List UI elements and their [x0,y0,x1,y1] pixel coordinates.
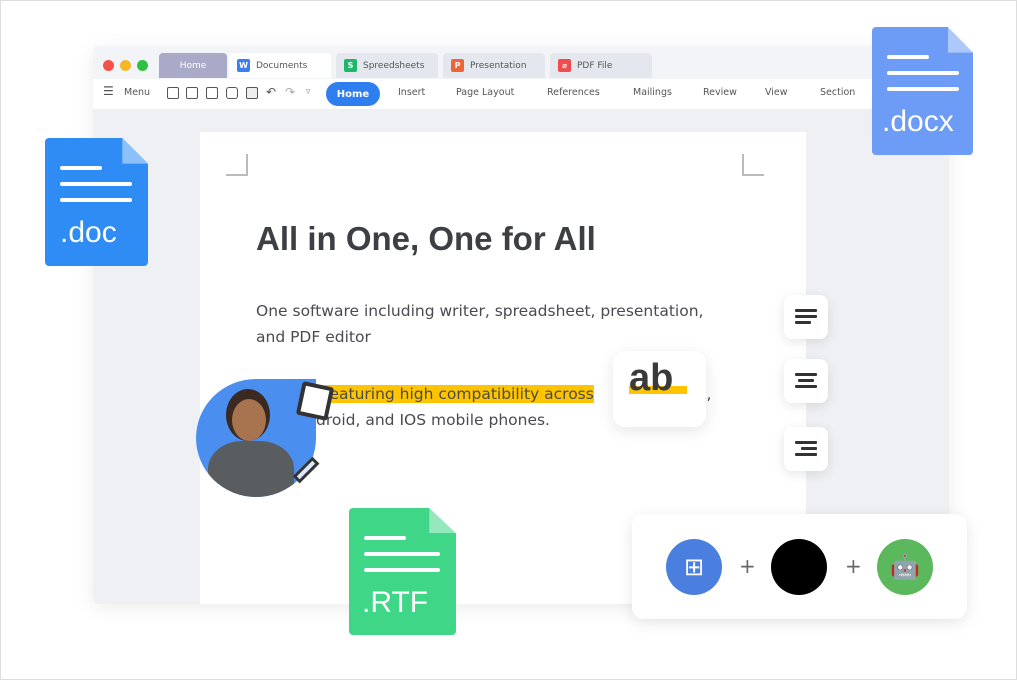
hamburger-icon[interactable]: ☰ [103,84,114,98]
pdf-icon: ⌀ [558,59,571,72]
redo-icon[interactable]: ↷ [285,85,295,99]
writer-icon: W [237,59,250,72]
highlighted-text: featuring high compatibility across [324,385,594,403]
presentation-icon: P [451,59,464,72]
file-extension: .RTF [362,586,429,619]
maximize-window-button[interactable] [137,60,148,71]
document-title: All in One, One for All [256,220,596,257]
spreadsheet-icon: S [344,59,357,72]
margin-corner [226,154,248,176]
export-pdf-icon[interactable] [206,87,218,99]
toolbar: ☰ Menu ↶ ↷ ▿ Home Insert Page Layout Ref… [93,79,949,109]
doc-file-icon: .doc [45,138,148,266]
ribbon-tab-references[interactable]: References [547,87,600,98]
close-window-button[interactable] [103,60,114,71]
ab-icon: ab [629,357,674,399]
ribbon-tab-review[interactable]: Review [703,87,737,98]
apple-icon [771,539,827,595]
tab-presentation[interactable]: P Presentation [443,53,545,78]
plus-sign: + [739,554,756,578]
ribbon-tab-home[interactable]: Home [326,82,380,106]
ribbon-tab-page-layout[interactable]: Page Layout [456,87,514,98]
document-paragraph: One software including writer, spreadshe… [256,302,704,346]
ribbon-tab-mailings[interactable]: Mailings [633,87,672,98]
align-right-button[interactable] [784,427,828,471]
ribbon-tab-view[interactable]: View [765,87,788,98]
save-icon[interactable] [186,87,198,99]
more-dropdown-icon[interactable]: ▿ [306,87,311,97]
ribbon-tab-section[interactable]: Section [820,87,855,98]
ribbon-tab-insert[interactable]: Insert [398,87,425,98]
tab-home[interactable]: Home [159,53,227,78]
plus-sign: + [845,554,862,578]
rtf-file-icon: .RTF [349,508,456,635]
tab-label: PDF File [577,60,613,71]
margin-corner [742,154,764,176]
print-icon[interactable] [226,87,238,99]
tab-label: Spreedsheets [363,60,425,71]
tab-bar: Home W Documents S Spreedsheets P Presentat… [93,46,949,79]
align-center-button[interactable] [784,359,828,403]
open-icon[interactable] [167,87,179,99]
align-left-button[interactable] [784,295,828,339]
document-text: droid, and IOS mobile phones. [316,411,550,429]
minimize-window-button[interactable] [120,60,131,71]
text-highlight-badge: ab [613,351,706,427]
tab-label: Home [179,60,207,71]
file-extension: .doc [60,216,117,249]
platforms-card: ⊞ + + 🤖 [632,514,967,619]
menu-button[interactable]: Menu [124,87,150,98]
tab-label: Presentation [470,60,527,71]
file-extension: .docx [882,105,954,138]
tab-documents[interactable]: W Documents [229,53,331,78]
windows-icon: ⊞ [666,539,722,595]
tab-label: Documents [256,60,308,71]
print-preview-icon[interactable] [246,87,258,99]
tab-spreadsheets[interactable]: S Spreedsheets [336,53,438,78]
docx-file-icon: .docx [872,27,973,155]
undo-icon[interactable]: ↶ [266,85,276,99]
android-icon: 🤖 [877,539,933,595]
tab-pdf[interactable]: ⌀ PDF File [550,53,652,78]
